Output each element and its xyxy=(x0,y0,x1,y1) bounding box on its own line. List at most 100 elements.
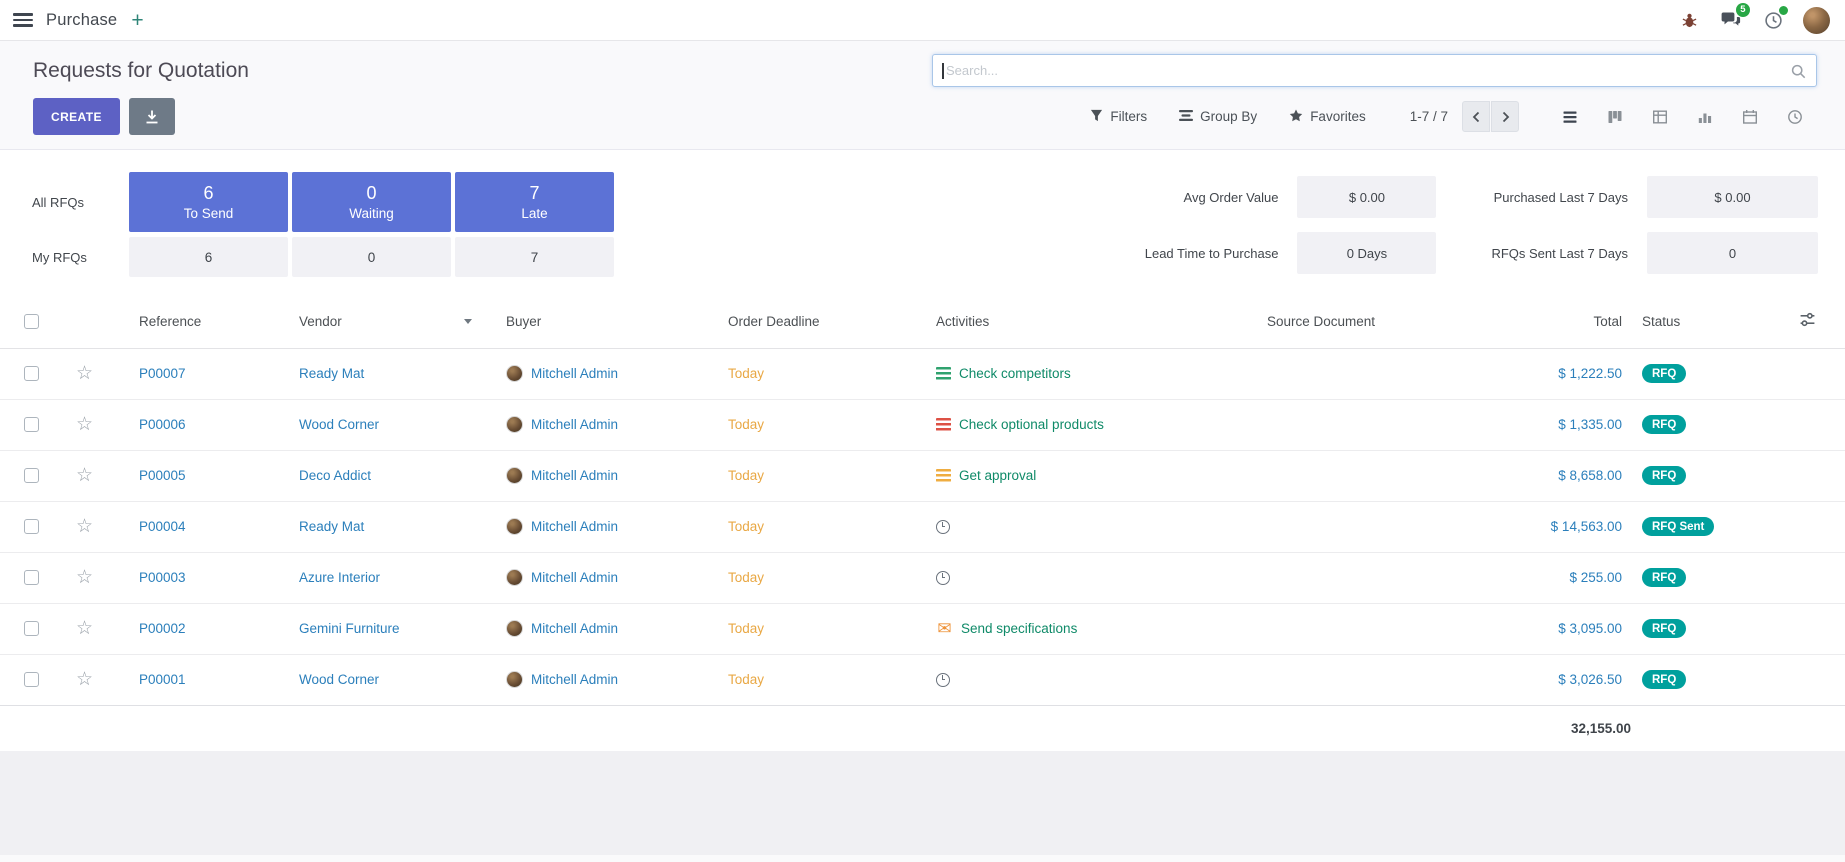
table-row[interactable]: P00005 Deco Addict Mitchell Admin Today … xyxy=(0,450,1845,501)
row-reference[interactable]: P00005 xyxy=(139,468,186,483)
favorite-star-icon[interactable] xyxy=(76,669,93,690)
activity-list-icon[interactable] xyxy=(936,469,951,482)
activity-list-icon[interactable] xyxy=(936,367,951,380)
table-row[interactable]: P00003 Azure Interior Mitchell Admin Tod… xyxy=(0,552,1845,603)
row-buyer-name[interactable]: Mitchell Admin xyxy=(531,672,618,687)
row-source-document xyxy=(1257,552,1487,603)
row-checkbox[interactable] xyxy=(24,468,39,483)
activity-clock-icon[interactable] xyxy=(936,571,950,585)
row-buyer-name[interactable]: Mitchell Admin xyxy=(531,468,618,483)
table-row[interactable]: P00007 Ready Mat Mitchell Admin Today Ch… xyxy=(0,348,1845,399)
row-reference[interactable]: P00003 xyxy=(139,570,186,585)
favorite-star-icon[interactable] xyxy=(76,414,93,435)
favorite-star-icon[interactable] xyxy=(76,516,93,537)
graph-view-icon[interactable] xyxy=(1682,101,1727,132)
column-header-vendor[interactable]: Vendor xyxy=(289,295,496,348)
favorite-star-icon[interactable] xyxy=(76,618,93,639)
row-reference[interactable]: P00006 xyxy=(139,417,186,432)
tile-late[interactable]: 7 Late xyxy=(455,172,614,232)
column-header-order-deadline[interactable]: Order Deadline xyxy=(718,295,926,348)
row-checkbox[interactable] xyxy=(24,570,39,585)
search-input[interactable] xyxy=(933,55,1816,86)
row-reference[interactable]: P00002 xyxy=(139,621,186,636)
activity-list-icon[interactable] xyxy=(936,418,951,431)
list-view-icon[interactable] xyxy=(1547,101,1592,132)
plus-icon[interactable] xyxy=(131,9,143,31)
my-waiting-count[interactable]: 0 xyxy=(292,237,451,277)
activity-view-clock-icon[interactable] xyxy=(1772,101,1817,132)
column-header-activities[interactable]: Activities xyxy=(926,295,1257,348)
my-late-count[interactable]: 7 xyxy=(455,237,614,277)
table-header-row: Reference Vendor Buyer Order Deadline Ac… xyxy=(0,295,1845,348)
kanban-view-icon[interactable] xyxy=(1592,101,1637,132)
row-buyer-name[interactable]: Mitchell Admin xyxy=(531,621,618,636)
row-vendor[interactable]: Ready Mat xyxy=(299,519,364,534)
tile-waiting[interactable]: 0 Waiting xyxy=(292,172,451,232)
column-header-status[interactable]: Status xyxy=(1632,295,1770,348)
row-checkbox[interactable] xyxy=(24,672,39,687)
tile-to-send[interactable]: 6 To Send xyxy=(129,172,288,232)
row-source-document xyxy=(1257,399,1487,450)
row-checkbox[interactable] xyxy=(24,366,39,381)
row-vendor[interactable]: Wood Corner xyxy=(299,417,379,432)
row-total: $ 1,335.00 xyxy=(1558,417,1622,432)
row-vendor[interactable]: Azure Interior xyxy=(299,570,380,585)
row-checkbox[interactable] xyxy=(24,621,39,636)
table-row[interactable]: P00004 Ready Mat Mitchell Admin Today $ … xyxy=(0,501,1845,552)
column-header-buyer[interactable]: Buyer xyxy=(496,295,718,348)
column-header-source-document[interactable]: Source Document xyxy=(1257,295,1487,348)
group-by-button[interactable]: Group By xyxy=(1177,105,1259,129)
select-all-checkbox[interactable] xyxy=(24,314,39,329)
row-activity-label[interactable]: Check optional products xyxy=(959,417,1104,432)
user-avatar[interactable] xyxy=(1803,7,1830,34)
row-buyer-name[interactable]: Mitchell Admin xyxy=(531,519,618,534)
search-icon[interactable] xyxy=(1791,64,1806,84)
messages-icon[interactable]: 5 xyxy=(1719,8,1743,32)
row-checkbox[interactable] xyxy=(24,417,39,432)
row-activity-label[interactable]: Send specifications xyxy=(961,621,1077,636)
activities-clock-icon[interactable] xyxy=(1761,8,1785,32)
row-activity-label[interactable]: Check competitors xyxy=(959,366,1071,381)
favorites-button[interactable]: Favorites xyxy=(1287,105,1368,129)
column-header-total[interactable]: Total xyxy=(1487,295,1632,348)
row-reference[interactable]: P00001 xyxy=(139,672,186,687)
activity-clock-icon[interactable] xyxy=(936,673,950,687)
debug-bug-icon[interactable] xyxy=(1677,8,1701,32)
navbar-left: Purchase xyxy=(13,9,144,31)
row-activity-label[interactable]: Get approval xyxy=(959,468,1036,483)
pivot-view-icon[interactable] xyxy=(1637,101,1682,132)
row-vendor[interactable]: Ready Mat xyxy=(299,366,364,381)
row-vendor[interactable]: Gemini Furniture xyxy=(299,621,400,636)
pager-previous-button[interactable] xyxy=(1462,101,1490,132)
search-box[interactable] xyxy=(932,54,1817,87)
favorite-star-icon[interactable] xyxy=(76,363,93,384)
activity-clock-icon[interactable] xyxy=(936,520,950,534)
activity-envelope-icon[interactable] xyxy=(936,621,953,637)
my-to-send-count[interactable]: 6 xyxy=(129,237,288,277)
filters-button[interactable]: Filters xyxy=(1088,105,1149,129)
calendar-view-icon[interactable] xyxy=(1727,101,1772,132)
row-buyer-name[interactable]: Mitchell Admin xyxy=(531,570,618,585)
row-reference[interactable]: P00007 xyxy=(139,366,186,381)
my-rfqs-label: My RFQs xyxy=(32,237,129,277)
apps-menu-icon[interactable] xyxy=(13,13,33,27)
optional-columns-icon[interactable] xyxy=(1799,316,1816,331)
table-row[interactable]: P00002 Gemini Furniture Mitchell Admin T… xyxy=(0,603,1845,654)
app-name[interactable]: Purchase xyxy=(46,11,117,30)
row-buyer-name[interactable]: Mitchell Admin xyxy=(531,417,618,432)
table-row[interactable]: P00006 Wood Corner Mitchell Admin Today … xyxy=(0,399,1845,450)
group-by-icon xyxy=(1179,109,1193,125)
row-vendor[interactable]: Deco Addict xyxy=(299,468,371,483)
export-download-button[interactable] xyxy=(129,98,175,135)
row-checkbox[interactable] xyxy=(24,519,39,534)
favorite-star-icon[interactable] xyxy=(76,465,93,486)
favorites-label: Favorites xyxy=(1310,109,1366,124)
favorite-star-icon[interactable] xyxy=(76,567,93,588)
row-buyer-name[interactable]: Mitchell Admin xyxy=(531,366,618,381)
pager-next-button[interactable] xyxy=(1491,101,1519,132)
row-vendor[interactable]: Wood Corner xyxy=(299,672,379,687)
create-button[interactable]: CREATE xyxy=(33,98,120,135)
row-reference[interactable]: P00004 xyxy=(139,519,186,534)
table-row[interactable]: P00001 Wood Corner Mitchell Admin Today … xyxy=(0,654,1845,705)
column-header-reference[interactable]: Reference xyxy=(105,295,289,348)
